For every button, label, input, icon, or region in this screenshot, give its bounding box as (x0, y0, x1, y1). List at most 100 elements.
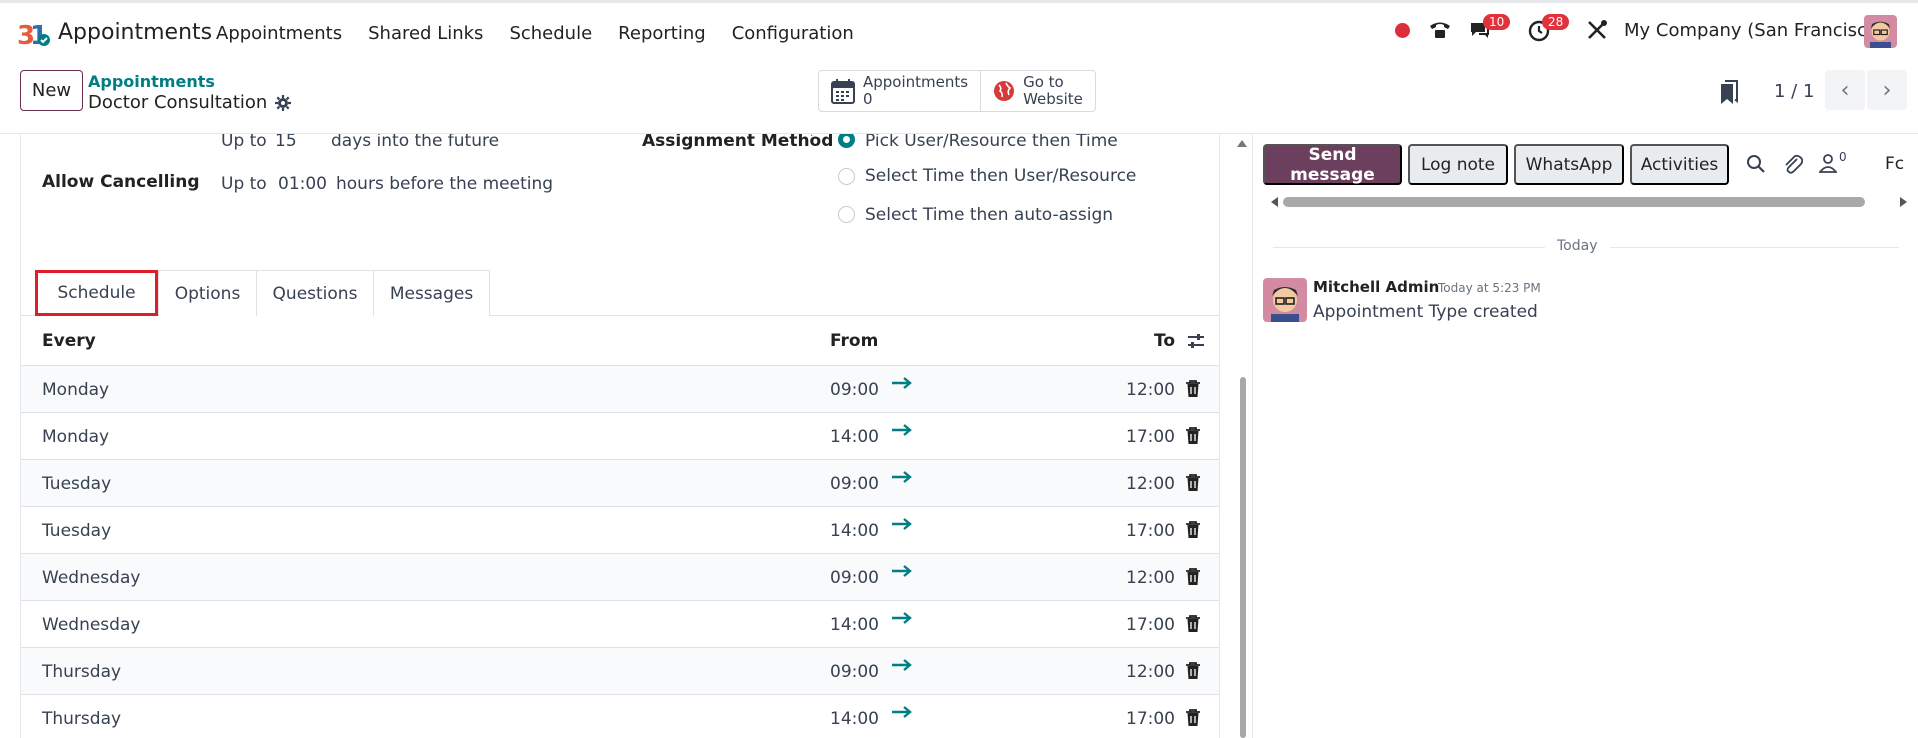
future-days-input[interactable]: 15 (275, 134, 297, 151)
table-row[interactable]: Thursday 14:00 17:00 (21, 695, 1219, 738)
col-every[interactable]: Every (42, 331, 96, 351)
table-row[interactable]: Thursday 09:00 12:00 (21, 648, 1219, 695)
row-day[interactable]: Wednesday (42, 568, 140, 588)
assignment-method-label: Assignment Method (642, 134, 834, 151)
paperclip-icon[interactable] (1783, 153, 1803, 175)
menu-reporting[interactable]: Reporting (618, 23, 706, 44)
table-row[interactable]: Wednesday 09:00 12:00 (21, 554, 1219, 601)
pager-previous-button[interactable]: ‹ (1825, 70, 1865, 110)
pager-value[interactable]: 1 / 1 (1774, 81, 1814, 102)
trash-icon[interactable] (1185, 474, 1201, 492)
pager-buttons: ‹ › (1825, 70, 1907, 110)
row-to-time[interactable]: 12:00 (1126, 474, 1175, 494)
scroll-right-arrow-icon[interactable] (1899, 196, 1909, 208)
row-day[interactable]: Tuesday (42, 474, 111, 494)
app-title[interactable]: Appointments (58, 20, 212, 45)
row-day[interactable]: Thursday (42, 709, 121, 729)
row-from-time[interactable]: 09:00 (830, 662, 879, 682)
globe-icon (994, 81, 1015, 101)
radio-select-time-auto-assign[interactable] (838, 206, 855, 223)
help-tooltip-icon[interactable]: ? (809, 134, 815, 139)
followers-icon[interactable] (1819, 153, 1837, 173)
row-day[interactable]: Tuesday (42, 521, 111, 541)
row-from-time[interactable]: 09:00 (830, 474, 879, 494)
log-note-button[interactable]: Log note (1408, 144, 1508, 185)
menu-appointments[interactable]: Appointments (216, 23, 342, 44)
col-to[interactable]: To (1154, 331, 1175, 351)
radio-label-pick-user: Pick User/Resource then Time (865, 134, 1118, 151)
row-to-time[interactable]: 17:00 (1126, 709, 1175, 729)
appointments-smart-button[interactable]: Appointments 0 (819, 71, 980, 111)
scroll-left-arrow-icon[interactable] (1269, 196, 1279, 208)
company-switcher[interactable]: My Company (San Francisco) (1624, 20, 1885, 41)
row-day[interactable]: Wednesday (42, 615, 140, 635)
row-to-time[interactable]: 17:00 (1126, 615, 1175, 635)
chatter-hscrollbar-thumb[interactable] (1283, 197, 1865, 207)
table-row[interactable]: Tuesday 14:00 17:00 (21, 507, 1219, 554)
whatsapp-button[interactable]: WhatsApp (1514, 144, 1624, 185)
radio-select-time-then-user[interactable] (838, 168, 855, 185)
new-button[interactable]: New (20, 70, 83, 111)
row-day[interactable]: Monday (42, 380, 109, 400)
tab-messages[interactable]: Messages (373, 270, 490, 316)
row-from-time[interactable]: 09:00 (830, 568, 879, 588)
radio-pick-user-then-time[interactable] (838, 134, 855, 148)
row-to-time[interactable]: 17:00 (1126, 427, 1175, 447)
scroll-up-arrow-icon[interactable] (1236, 138, 1248, 148)
menu-schedule[interactable]: Schedule (509, 23, 592, 44)
col-from[interactable]: From (830, 331, 878, 351)
row-from-time[interactable]: 14:00 (830, 709, 879, 729)
row-from-time[interactable]: 14:00 (830, 427, 879, 447)
table-row[interactable]: Monday 09:00 12:00 (21, 366, 1219, 413)
tab-schedule[interactable]: Schedule (35, 270, 158, 316)
trash-icon[interactable] (1185, 380, 1201, 398)
trash-icon[interactable] (1185, 521, 1201, 539)
recording-dot-icon[interactable] (1395, 23, 1410, 38)
row-to-time[interactable]: 12:00 (1126, 568, 1175, 588)
table-row[interactable]: Monday 14:00 17:00 (21, 413, 1219, 460)
trash-icon[interactable] (1185, 709, 1201, 727)
go-to-label: Go to (1023, 73, 1064, 91)
trash-icon[interactable] (1185, 662, 1201, 680)
menu-shared-links[interactable]: Shared Links (368, 23, 483, 44)
activities-button[interactable]: Activities (1630, 144, 1729, 185)
table-row[interactable]: Wednesday 14:00 17:00 (21, 601, 1219, 648)
row-from-time[interactable]: 09:00 (830, 380, 879, 400)
form-scrollbar-thumb[interactable] (1240, 377, 1246, 738)
allow-cancelling-label: Allow Cancelling (42, 172, 200, 192)
odoo-apps-logo-icon[interactable]: 3 1 (17, 20, 51, 50)
notebook-tabs: Schedule Options Questions Messages (21, 270, 1219, 316)
row-from-time[interactable]: 14:00 (830, 615, 879, 635)
trash-icon[interactable] (1185, 427, 1201, 445)
optional-columns-icon[interactable] (1187, 332, 1205, 350)
appointments-smart-label: Appointments (863, 73, 969, 91)
row-day[interactable]: Monday (42, 427, 109, 447)
pager-next-button[interactable]: › (1867, 70, 1907, 110)
gear-icon[interactable] (275, 94, 292, 111)
row-day[interactable]: Thursday (42, 662, 121, 682)
table-row[interactable]: Tuesday 09:00 12:00 (21, 460, 1219, 507)
row-to-time[interactable]: 12:00 (1126, 662, 1175, 682)
user-avatar[interactable] (1864, 15, 1897, 48)
trash-icon[interactable] (1185, 615, 1201, 633)
cancel-hours-input[interactable]: 01:00 (278, 174, 327, 194)
row-from-time[interactable]: 14:00 (830, 521, 879, 541)
follow-button[interactable]: Fc (1885, 154, 1904, 174)
main-menu: Appointments Shared Links Schedule Repor… (216, 23, 880, 44)
search-icon[interactable] (1746, 154, 1766, 174)
go-to-website-button[interactable]: Go to Website (980, 71, 1095, 111)
row-to-time[interactable]: 12:00 (1126, 380, 1175, 400)
chatter-panel: Send message Log note WhatsApp Activitie… (1252, 134, 1918, 738)
tab-questions[interactable]: Questions (256, 270, 374, 316)
message-author[interactable]: Mitchell Admin (1313, 278, 1439, 296)
row-to-time[interactable]: 17:00 (1126, 521, 1175, 541)
phone-icon[interactable] (1428, 18, 1452, 42)
debug-tools-icon[interactable] (1585, 18, 1609, 42)
send-message-button[interactable]: Send message (1263, 144, 1402, 185)
tab-options[interactable]: Options (158, 270, 257, 316)
menu-configuration[interactable]: Configuration (732, 23, 854, 44)
message-author-avatar[interactable] (1263, 278, 1307, 322)
trash-icon[interactable] (1185, 568, 1201, 586)
breadcrumb-parent[interactable]: Appointments (88, 72, 215, 91)
bookmarks-icon[interactable] (1718, 80, 1740, 106)
